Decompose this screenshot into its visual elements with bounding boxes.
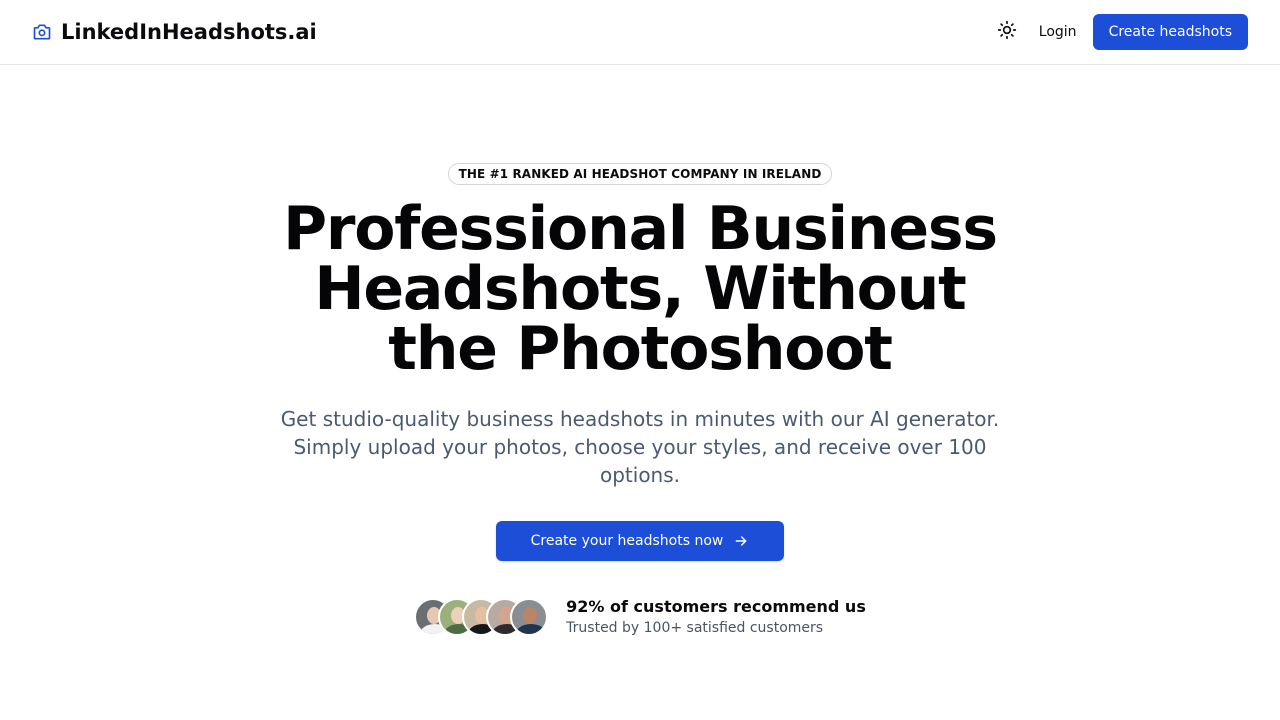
social-proof: 92% of customers recommend us Trusted by… [414,596,866,638]
customer-avatars [414,598,549,636]
camera-icon [32,22,52,42]
page-title: Professional Business Headshots, Without… [283,194,998,384]
ranking-badge: THE #1 RANKED AI HEADSHOT COMPANY IN IRE… [447,163,833,185]
sun-icon [997,20,1017,44]
hero-description: Get studio-quality business headshots in… [280,407,1000,487]
avatar [510,598,549,636]
create-headshots-now-button[interactable]: Create your headshots now [496,521,784,561]
cta-label: Create your headshots now [530,533,724,549]
hero-section: THE #1 RANKED AI HEADSHOT COMPANY IN IRE… [0,65,1280,638]
arrow-right-icon [733,533,749,549]
social-proof-text: 92% of customers recommend us Trusted by… [566,596,866,638]
trusted-by-text: Trusted by 100+ satisfied customers [566,620,824,636]
theme-toggle-button[interactable] [989,14,1025,50]
login-link[interactable]: Login [1039,18,1077,46]
site-header: LinkedInHeadshots.ai Login Create headsh… [0,0,1280,65]
header-nav: Login Create headshots [989,14,1248,50]
brand-name: LinkedInHeadshots.ai [61,20,317,44]
recommend-stat: 92% of customers recommend us [566,597,866,616]
brand-logo-link[interactable]: LinkedInHeadshots.ai [32,20,317,44]
create-headshots-button[interactable]: Create headshots [1092,14,1248,50]
